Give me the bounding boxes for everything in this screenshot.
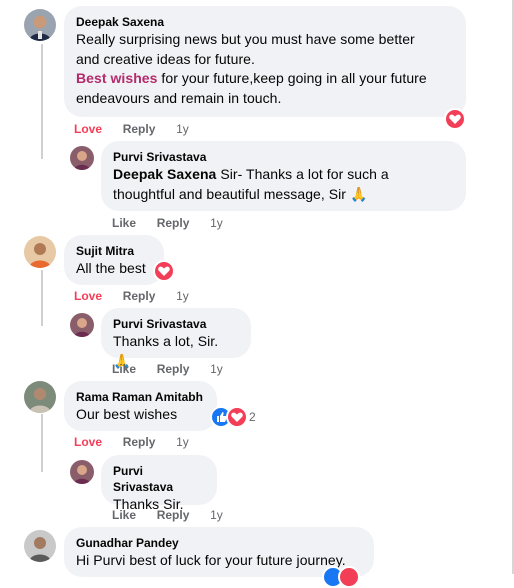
love-button[interactable]: Love (74, 288, 102, 304)
comment-bubble: Deepak Saxena Really surprising news but… (64, 6, 466, 117)
reply-actions: Like Reply 1y (112, 361, 223, 377)
comment-text-line: Best wishes for your future,keep going i… (76, 69, 454, 89)
reply-bubble: Purvi Srivastava Thanks a lot, Sir. 🙏 (101, 308, 251, 369)
timestamp[interactable]: 1y (176, 288, 189, 304)
comment-author[interactable]: Rama Raman Amitabh (76, 389, 205, 405)
timestamp[interactable]: 1y (210, 507, 223, 523)
comment-bubble: Sujit Mitra All the best (64, 235, 164, 285)
comment-text-line: endeavours and remain in touch. (76, 89, 282, 106)
comment-author[interactable]: Deepak Saxena (76, 14, 454, 30)
like-button[interactable]: Like (112, 507, 136, 523)
love-button[interactable]: Love (74, 121, 102, 137)
comment-bubble: Rama Raman Amitabh Our best wishes (64, 381, 217, 431)
mention-link[interactable]: Deepak Saxena (113, 166, 216, 182)
thread-line (41, 44, 43, 159)
thread-line (41, 270, 43, 326)
heart-icon[interactable] (153, 260, 175, 282)
timestamp[interactable]: 1y (210, 361, 223, 377)
reply-button[interactable]: Reply (157, 215, 190, 231)
avatar[interactable] (70, 146, 94, 170)
love-button[interactable]: Love (74, 434, 102, 450)
avatar[interactable] (24, 9, 56, 41)
timestamp[interactable]: 1y (210, 215, 223, 231)
reply-author[interactable]: Purvi Srivastava (113, 463, 205, 495)
reply-author[interactable]: Purvi Srivastava (113, 316, 239, 332)
like-button[interactable]: Like (112, 361, 136, 377)
avatar[interactable] (24, 236, 56, 268)
highlighted-phrase: Best wishes (76, 70, 158, 86)
reply-text: Deepak Saxena Sir- Thanks a lot for such… (113, 165, 454, 204)
comment-text-line: Really surprising news but you must have… (76, 31, 415, 47)
comment-actions: Love Reply 1y (74, 288, 189, 304)
avatar[interactable] (24, 381, 56, 413)
reply-button[interactable]: Reply (123, 434, 156, 450)
reply-text-line: Deepak Saxena Sir- Thanks a lot for such… (113, 165, 454, 185)
comment-actions: Love Reply 1y (74, 434, 189, 450)
comment-actions: Love Reply 1y (74, 121, 189, 137)
avatar[interactable] (70, 460, 94, 484)
comment-text: Really surprising news but you must have… (76, 30, 454, 108)
reply-button[interactable]: Reply (157, 361, 190, 377)
heart-icon[interactable] (338, 566, 360, 588)
timestamp[interactable]: 1y (176, 121, 189, 137)
reply-text-segment: Sir- Thanks a lot for such a (216, 166, 389, 182)
reply-button[interactable]: Reply (123, 288, 156, 304)
comment-text: All the best (76, 260, 146, 276)
comment-author[interactable]: Gunadhar Pandey (76, 535, 362, 551)
avatar[interactable] (70, 313, 94, 337)
avatar[interactable] (24, 530, 56, 562)
reply-bubble: Purvi Srivastava Deepak Saxena Sir- Than… (101, 141, 466, 211)
reaction-count[interactable]: 2 (249, 410, 256, 424)
reply-bubble: Purvi Srivastava Thanks Sir. (101, 455, 217, 512)
reply-text-line: thoughtful and beautiful message, Sir 🙏 (113, 185, 368, 202)
comment-text: Our best wishes (76, 406, 178, 422)
reply-button[interactable]: Reply (123, 121, 156, 137)
heart-icon[interactable] (444, 108, 466, 130)
reply-button[interactable]: Reply (157, 507, 190, 523)
timestamp[interactable]: 1y (176, 434, 189, 450)
reply-actions: Like Reply 1y (112, 215, 223, 231)
comment-text-line: and creative ideas for future. (76, 50, 255, 67)
comment-text: Hi Purvi best of luck for your future jo… (76, 552, 346, 568)
like-button[interactable]: Like (112, 215, 136, 231)
heart-icon[interactable] (226, 406, 248, 428)
reply-author[interactable]: Purvi Srivastava (113, 149, 454, 165)
comment-text-segment: for your future,keep going in all your f… (157, 70, 427, 86)
reply-actions: Like Reply 1y (112, 507, 223, 523)
comment-author[interactable]: Sujit Mitra (76, 243, 152, 259)
thread-line (41, 414, 43, 472)
